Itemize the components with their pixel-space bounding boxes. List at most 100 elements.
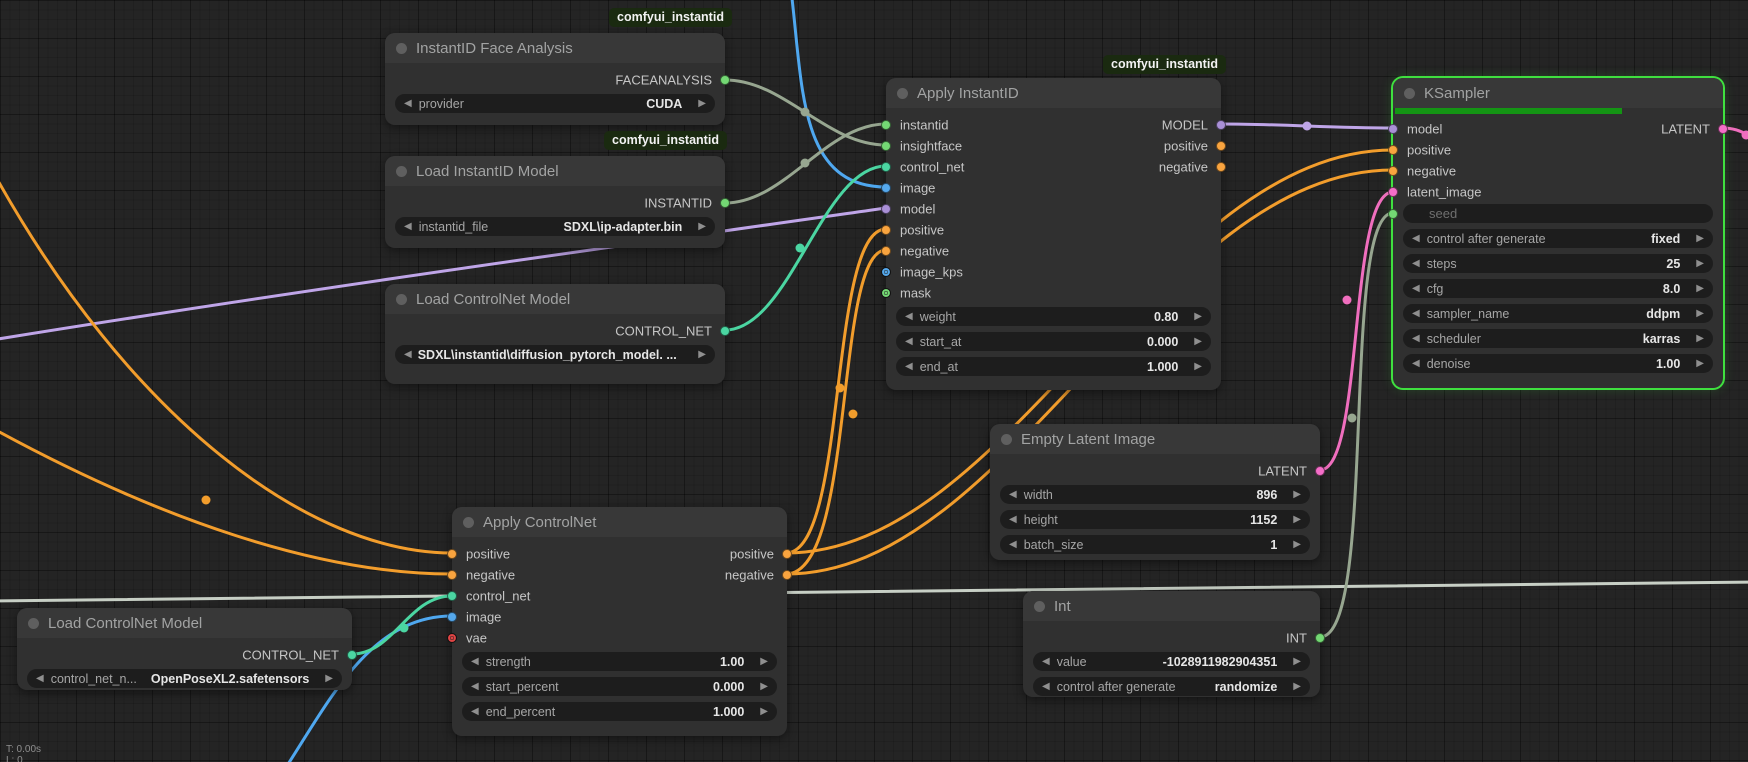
node-graph-canvas[interactable]: comfyui_instantid comfyui_instantid comf… (0, 0, 1748, 762)
port-dot[interactable] (720, 75, 730, 85)
output-port-INSTANTID[interactable]: INSTANTID (385, 192, 725, 213)
input-port-image[interactable]: image (452, 606, 787, 627)
increment-arrow-icon[interactable]: ▶ (1293, 515, 1301, 525)
widget-value[interactable]: ◀value-1028911982904351▶ (1033, 652, 1310, 671)
widget-end-percent[interactable]: ◀end_percent1.000▶ (462, 702, 777, 721)
node-title-bar[interactable]: Load ControlNet Model (17, 608, 352, 638)
collapse-dot-icon[interactable] (1034, 601, 1045, 612)
decrement-arrow-icon[interactable]: ◀ (1009, 540, 1017, 550)
widget-strength[interactable]: ◀strength1.00▶ (462, 652, 777, 671)
decrement-arrow-icon[interactable]: ◀ (1412, 334, 1420, 344)
port-dot[interactable] (1216, 162, 1226, 172)
increment-arrow-icon[interactable]: ▶ (760, 707, 768, 717)
widget-width[interactable]: ◀width896▶ (1000, 485, 1310, 504)
decrement-arrow-icon[interactable]: ◀ (404, 222, 412, 232)
increment-arrow-icon[interactable]: ▶ (1696, 259, 1704, 269)
input-port-model[interactable]: model (886, 198, 1221, 219)
widget-seed[interactable]: seed (1403, 204, 1713, 223)
port-dot[interactable] (782, 570, 792, 580)
increment-arrow-icon[interactable]: ▶ (325, 674, 333, 684)
decrement-arrow-icon[interactable]: ◀ (1412, 284, 1420, 294)
widget-height[interactable]: ◀height1152▶ (1000, 510, 1310, 529)
output-port-LATENT[interactable]: LATENT (990, 460, 1320, 481)
decrement-arrow-icon[interactable]: ◀ (905, 362, 913, 372)
input-port-image_kps[interactable]: image_kps (886, 261, 1221, 282)
widget-control-after-generate[interactable]: ◀control after generatefixed▶ (1403, 229, 1713, 248)
widget-sampler-name[interactable]: ◀sampler_nameddpm▶ (1403, 304, 1713, 323)
node-load-controlnet-model-openpose[interactable]: Load ControlNet Model CONTROL_NET ◀contro… (17, 608, 352, 690)
widget-scheduler[interactable]: ◀schedulerkarras▶ (1403, 329, 1713, 348)
port-dot[interactable] (1216, 141, 1226, 151)
node-empty-latent-image[interactable]: Empty Latent Image LATENT ◀width896▶ ◀heig… (990, 424, 1320, 560)
increment-arrow-icon[interactable]: ▶ (1293, 657, 1301, 667)
decrement-arrow-icon[interactable]: ◀ (1042, 657, 1050, 667)
input-port-vae[interactable]: vae (452, 627, 787, 648)
widget-instantid-file[interactable]: ◀instantid_fileSDXL\ip-adapter.bin▶ (395, 217, 715, 236)
port-dot[interactable] (447, 612, 457, 622)
port-dot[interactable] (881, 225, 891, 235)
widget-control-net-n-[interactable]: ◀control_net_n...OpenPoseXL2.safetensors… (27, 669, 342, 688)
widget-control-after-generate[interactable]: ◀control after generaterandomize▶ (1033, 677, 1310, 696)
node-title-bar[interactable]: Empty Latent Image (990, 424, 1320, 454)
collapse-dot-icon[interactable] (28, 618, 39, 629)
port-dot[interactable] (1388, 209, 1398, 219)
decrement-arrow-icon[interactable]: ◀ (36, 674, 44, 684)
increment-arrow-icon[interactable]: ▶ (1696, 234, 1704, 244)
increment-arrow-icon[interactable]: ▶ (1696, 284, 1704, 294)
output-port-CONTROL_NET[interactable]: CONTROL_NET (17, 644, 352, 665)
node-title-bar[interactable]: InstantID Face Analysis (385, 33, 725, 63)
port-dot[interactable] (1388, 187, 1398, 197)
output-port-CONTROL_NET[interactable]: CONTROL_NET (385, 320, 725, 341)
increment-arrow-icon[interactable]: ▶ (760, 657, 768, 667)
port-dot[interactable] (1315, 466, 1325, 476)
input-port-control_net[interactable]: control_net (452, 585, 787, 606)
decrement-arrow-icon[interactable]: ◀ (471, 682, 479, 692)
input-port-negative[interactable]: negative (1393, 160, 1723, 181)
widget-weight[interactable]: ◀weight0.80▶ (896, 307, 1211, 326)
increment-arrow-icon[interactable]: ▶ (1194, 362, 1202, 372)
increment-arrow-icon[interactable]: ▶ (1696, 334, 1704, 344)
port-dot[interactable] (720, 198, 730, 208)
port-dot[interactable] (1388, 145, 1398, 155)
decrement-arrow-icon[interactable]: ◀ (471, 707, 479, 717)
decrement-arrow-icon[interactable]: ◀ (404, 99, 412, 109)
node-title-bar[interactable]: Apply ControlNet (452, 507, 787, 537)
collapse-dot-icon[interactable] (897, 88, 908, 99)
collapse-dot-icon[interactable] (1404, 88, 1415, 99)
port-dot[interactable] (881, 246, 891, 256)
widget-value[interactable]: ◀SDXL\instantid\diffusion_pytorch_model.… (395, 345, 715, 364)
node-title-bar[interactable]: KSampler (1393, 78, 1723, 108)
widget-denoise[interactable]: ◀denoise1.00▶ (1403, 354, 1713, 373)
input-port-image[interactable]: image (886, 177, 1221, 198)
port-dot[interactable] (1388, 166, 1398, 176)
decrement-arrow-icon[interactable]: ◀ (1412, 259, 1420, 269)
output-port-LATENT[interactable]: LATENT (1393, 118, 1723, 139)
port-dot[interactable] (1216, 120, 1226, 130)
decrement-arrow-icon[interactable]: ◀ (1412, 309, 1420, 319)
input-port-latent_image[interactable]: latent_image (1393, 181, 1723, 202)
output-port-positive[interactable]: positive (886, 135, 1221, 156)
node-title-bar[interactable]: Load ControlNet Model (385, 284, 725, 314)
port-ring-dot[interactable] (447, 633, 457, 643)
widget-start-percent[interactable]: ◀start_percent0.000▶ (462, 677, 777, 696)
decrement-arrow-icon[interactable]: ◀ (471, 657, 479, 667)
node-ksampler[interactable]: KSampler modelpositivenegativelatent_ima… (1393, 78, 1723, 388)
node-title-bar[interactable]: Int (1023, 591, 1320, 621)
node-instantid-face-analysis[interactable]: InstantID Face Analysis FACEANALYSIS◀pro… (385, 33, 725, 125)
input-port-positive[interactable]: positive (886, 219, 1221, 240)
node-apply-controlnet[interactable]: Apply ControlNet positivenegativecontrol… (452, 507, 787, 736)
widget-provider[interactable]: ◀providerCUDA▶ (395, 94, 715, 113)
output-port-INT[interactable]: INT (1023, 627, 1320, 648)
port-dot[interactable] (881, 183, 891, 193)
widget-end-at[interactable]: ◀end_at1.000▶ (896, 357, 1211, 376)
node-int[interactable]: Int INT ◀value-1028911982904351▶ ◀control … (1023, 591, 1320, 697)
decrement-arrow-icon[interactable]: ◀ (404, 350, 412, 360)
collapse-dot-icon[interactable] (396, 294, 407, 305)
widget-start-at[interactable]: ◀start_at0.000▶ (896, 332, 1211, 351)
decrement-arrow-icon[interactable]: ◀ (905, 337, 913, 347)
output-port-negative[interactable]: negative (886, 156, 1221, 177)
port-dot[interactable] (881, 204, 891, 214)
decrement-arrow-icon[interactable]: ◀ (1042, 682, 1050, 692)
increment-arrow-icon[interactable]: ▶ (1194, 337, 1202, 347)
collapse-dot-icon[interactable] (463, 517, 474, 528)
